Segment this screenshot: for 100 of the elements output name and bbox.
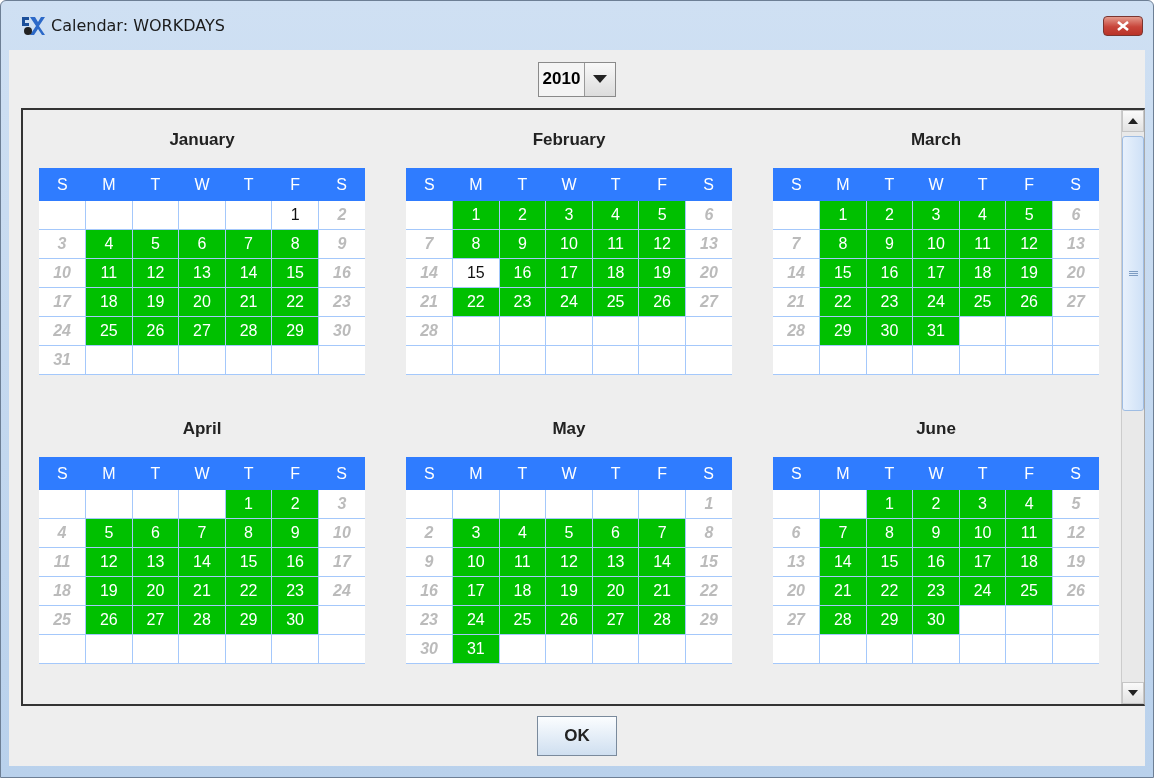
workday-cell[interactable]: 2 (912, 490, 960, 519)
up-arrow-icon (1128, 118, 1138, 124)
weekend-cell[interactable]: 28 (406, 316, 453, 346)
weekday-header: T (959, 168, 1006, 201)
year-dropdown[interactable]: 2010 (537, 61, 617, 97)
workday-cell[interactable]: 1 (866, 490, 913, 519)
weekend-cell[interactable]: 2 (406, 518, 453, 548)
weekday-header: S (773, 168, 820, 201)
weekday-header: S (406, 457, 453, 490)
close-button[interactable] (1103, 15, 1143, 36)
weekday-header: M (452, 168, 500, 201)
weekend-cell[interactable]: 6 (1052, 201, 1099, 230)
weekend-cell[interactable]: 14 (773, 258, 820, 288)
weekday-header: S (1052, 457, 1099, 490)
weekday-header: T (866, 457, 913, 490)
weekday-header: T (225, 457, 272, 490)
weekend-cell[interactable]: 16 (406, 576, 453, 606)
scroll-down-button[interactable] (1122, 682, 1144, 704)
month-title: June (916, 418, 956, 440)
weekend-cell[interactable]: 6 (685, 201, 732, 230)
weekend-cell[interactable]: 4 (39, 518, 86, 548)
workday-cell[interactable]: 3 (545, 201, 593, 230)
weekday-header: M (85, 168, 133, 201)
workday-cell[interactable]: 4 (959, 201, 1006, 230)
ok-button[interactable]: OK (537, 716, 617, 756)
weekend-cell[interactable]: 20 (773, 576, 820, 606)
weekend-cell[interactable]: 28 (773, 316, 820, 346)
weekday-header: T (592, 168, 639, 201)
weekend-cell[interactable]: 11 (39, 547, 86, 577)
weekday-header: M (819, 168, 867, 201)
weekend-cell[interactable]: 5 (1052, 490, 1099, 519)
weekday-header: S (318, 168, 365, 201)
weekend-cell[interactable]: 17 (39, 287, 86, 317)
workday-cell[interactable]: 2 (271, 490, 319, 519)
weekday-header: T (132, 168, 179, 201)
workday-cell[interactable]: 4 (1005, 490, 1053, 519)
weekend-cell[interactable]: 10 (39, 258, 86, 288)
weekday-header: S (773, 457, 820, 490)
workday-cell[interactable]: 3 (959, 490, 1006, 519)
weekday-header: T (959, 457, 1006, 490)
scroll-up-button[interactable] (1122, 110, 1144, 132)
weekday-header: T (499, 457, 546, 490)
weekday-header: S (39, 168, 86, 201)
workday-cell[interactable]: 5 (1005, 201, 1053, 230)
weekend-cell[interactable]: 21 (773, 287, 820, 317)
weekend-cell[interactable]: 18 (39, 576, 86, 606)
weekday-header: T (132, 457, 179, 490)
month-title: March (910, 129, 962, 151)
workday-cell[interactable]: 1 (225, 490, 272, 519)
weekday-header: S (685, 168, 732, 201)
workday-cell[interactable]: 3 (912, 201, 960, 230)
weekend-cell[interactable]: 30 (406, 634, 453, 664)
weekend-cell[interactable]: 3 (318, 490, 365, 519)
weekday-header: S (1052, 168, 1099, 201)
weekday-header: S (685, 457, 732, 490)
weekday-header: F (1005, 168, 1053, 201)
workday-cell[interactable]: 1 (819, 201, 867, 230)
weekend-cell[interactable]: 27 (773, 605, 820, 635)
weekend-cell[interactable]: 14 (406, 258, 453, 288)
weekend-cell[interactable]: 23 (406, 605, 453, 635)
weekday-header: M (452, 457, 500, 490)
month-title: January (169, 129, 235, 151)
grip-icon (1128, 270, 1138, 277)
workday-cell[interactable]: 5 (638, 201, 686, 230)
weekend-cell[interactable]: 6 (773, 518, 820, 548)
weekend-cell[interactable]: 7 (773, 229, 820, 259)
weekend-cell[interactable]: 31 (39, 345, 86, 375)
weekday-header: F (638, 168, 686, 201)
weekday-header: S (39, 457, 86, 490)
workday-cell[interactable]: 2 (499, 201, 546, 230)
weekday-header: W (545, 168, 593, 201)
weekday-header: F (271, 168, 319, 201)
weekday-header: W (178, 168, 226, 201)
month-title: February (532, 129, 606, 151)
workday-cell[interactable]: 2 (866, 201, 913, 230)
weekend-cell[interactable]: 7 (406, 229, 453, 259)
weekend-cell[interactable]: 25 (39, 605, 86, 635)
day-off-cell[interactable]: 1 (271, 201, 319, 230)
workday-cell[interactable]: 1 (452, 201, 500, 230)
close-icon (1116, 20, 1130, 31)
weekday-header: F (1005, 457, 1053, 490)
weekday-header: S (406, 168, 453, 201)
caret-icon (593, 75, 608, 83)
weekday-header: M (85, 457, 133, 490)
workday-cell[interactable]: 4 (592, 201, 639, 230)
weekend-cell[interactable]: 1 (685, 490, 732, 519)
weekday-header: W (545, 457, 593, 490)
weekday-header: S (318, 457, 365, 490)
weekend-cell[interactable]: 9 (406, 547, 453, 577)
month-title: April (182, 418, 222, 440)
month-title: May (552, 418, 586, 440)
weekend-cell[interactable]: 13 (773, 547, 820, 577)
weekday-header: F (271, 457, 319, 490)
scroll-thumb[interactable] (1122, 136, 1144, 411)
weekday-header: T (866, 168, 913, 201)
weekend-cell[interactable]: 24 (39, 316, 86, 346)
weekend-cell[interactable]: 2 (318, 201, 365, 230)
weekend-cell[interactable]: 21 (406, 287, 453, 317)
down-arrow-icon (1128, 690, 1138, 696)
weekend-cell[interactable]: 3 (39, 229, 86, 259)
